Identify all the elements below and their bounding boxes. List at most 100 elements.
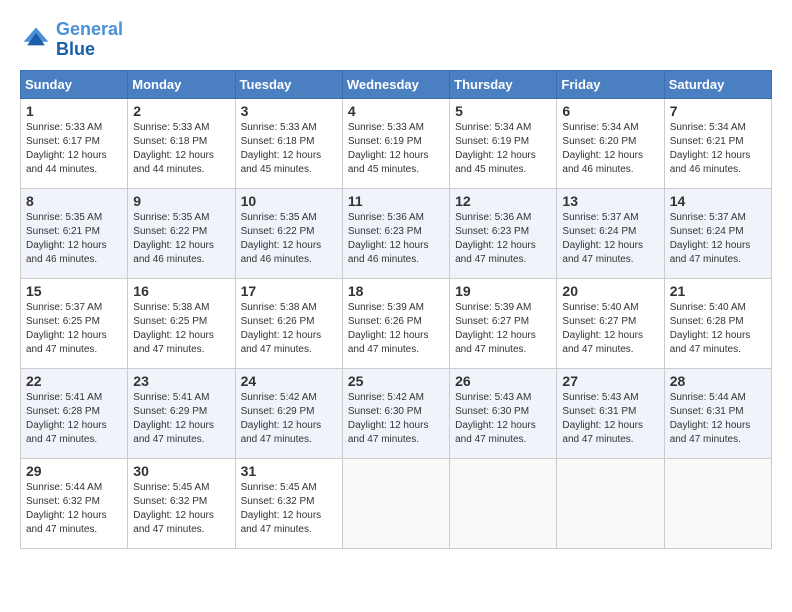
day-info: Sunrise: 5:41 AMSunset: 6:29 PMDaylight:… bbox=[133, 391, 229, 447]
day-info: Sunrise: 5:40 AMSunset: 6:27 PMDaylight:… bbox=[562, 301, 658, 357]
day-cell-24: 24 Sunrise: 5:42 AMSunset: 6:29 PMDayligh… bbox=[235, 368, 342, 458]
day-number: 7 bbox=[670, 103, 766, 119]
page-header: General Blue bbox=[20, 20, 772, 60]
day-number: 12 bbox=[455, 193, 551, 209]
empty-cell bbox=[450, 458, 557, 548]
day-cell-5: 5Sunrise: 5:34 AMSunset: 6:19 PMDaylight… bbox=[450, 98, 557, 188]
calendar-row-0: 1 Sunrise: 5:33 AMSunset: 6:17 PMDaylight… bbox=[21, 98, 772, 188]
day-cell-26: 26 Sunrise: 5:43 AMSunset: 6:30 PMDayligh… bbox=[450, 368, 557, 458]
day-number: 13 bbox=[562, 193, 658, 209]
day-number: 11 bbox=[348, 193, 444, 209]
day-number: 30 bbox=[133, 463, 229, 479]
day-info: Sunrise: 5:34 AMSunset: 6:20 PMDaylight:… bbox=[562, 121, 658, 177]
day-info: Sunrise: 5:33 AMSunset: 6:17 PMDaylight:… bbox=[26, 121, 122, 177]
day-info: Sunrise: 5:33 AMSunset: 6:18 PMDaylight:… bbox=[241, 121, 337, 177]
day-number: 14 bbox=[670, 193, 766, 209]
day-number: 22 bbox=[26, 373, 122, 389]
day-number: 8 bbox=[26, 193, 122, 209]
day-info: Sunrise: 5:39 AMSunset: 6:26 PMDaylight:… bbox=[348, 301, 444, 357]
day-info: Sunrise: 5:37 AMSunset: 6:25 PMDaylight:… bbox=[26, 301, 122, 357]
day-cell-9: 9Sunrise: 5:35 AMSunset: 6:22 PMDaylight… bbox=[128, 188, 235, 278]
column-header-saturday: Saturday bbox=[664, 70, 771, 98]
day-number: 26 bbox=[455, 373, 551, 389]
calendar-row-3: 22 Sunrise: 5:41 AMSunset: 6:28 PMDayligh… bbox=[21, 368, 772, 458]
day-cell-16: 16 Sunrise: 5:38 AMSunset: 6:25 PMDayligh… bbox=[128, 278, 235, 368]
day-number: 6 bbox=[562, 103, 658, 119]
calendar-row-4: 29 Sunrise: 5:44 AMSunset: 6:32 PMDayligh… bbox=[21, 458, 772, 548]
column-header-wednesday: Wednesday bbox=[342, 70, 449, 98]
day-number: 18 bbox=[348, 283, 444, 299]
day-cell-21: 21 Sunrise: 5:40 AMSunset: 6:28 PMDayligh… bbox=[664, 278, 771, 368]
day-info: Sunrise: 5:43 AMSunset: 6:31 PMDaylight:… bbox=[562, 391, 658, 447]
day-number: 1 bbox=[26, 103, 122, 119]
day-info: Sunrise: 5:35 AMSunset: 6:22 PMDaylight:… bbox=[133, 211, 229, 267]
calendar-row-2: 15 Sunrise: 5:37 AMSunset: 6:25 PMDayligh… bbox=[21, 278, 772, 368]
day-info: Sunrise: 5:38 AMSunset: 6:25 PMDaylight:… bbox=[133, 301, 229, 357]
column-header-tuesday: Tuesday bbox=[235, 70, 342, 98]
day-cell-14: 14 Sunrise: 5:37 AMSunset: 6:24 PMDayligh… bbox=[664, 188, 771, 278]
day-number: 25 bbox=[348, 373, 444, 389]
day-cell-4: 4Sunrise: 5:33 AMSunset: 6:19 PMDaylight… bbox=[342, 98, 449, 188]
logo: General Blue bbox=[20, 20, 123, 60]
day-number: 15 bbox=[26, 283, 122, 299]
day-info: Sunrise: 5:40 AMSunset: 6:28 PMDaylight:… bbox=[670, 301, 766, 357]
day-cell-8: 8 Sunrise: 5:35 AMSunset: 6:21 PMDaylight… bbox=[21, 188, 128, 278]
day-number: 31 bbox=[241, 463, 337, 479]
day-info: Sunrise: 5:37 AMSunset: 6:24 PMDaylight:… bbox=[670, 211, 766, 267]
calendar-body: 1 Sunrise: 5:33 AMSunset: 6:17 PMDaylight… bbox=[21, 98, 772, 548]
day-cell-28: 28 Sunrise: 5:44 AMSunset: 6:31 PMDayligh… bbox=[664, 368, 771, 458]
day-number: 27 bbox=[562, 373, 658, 389]
day-cell-12: 12 Sunrise: 5:36 AMSunset: 6:23 PMDayligh… bbox=[450, 188, 557, 278]
day-cell-22: 22 Sunrise: 5:41 AMSunset: 6:28 PMDayligh… bbox=[21, 368, 128, 458]
day-number: 19 bbox=[455, 283, 551, 299]
day-info: Sunrise: 5:45 AMSunset: 6:32 PMDaylight:… bbox=[133, 481, 229, 537]
day-number: 3 bbox=[241, 103, 337, 119]
day-cell-11: 11 Sunrise: 5:36 AMSunset: 6:23 PMDayligh… bbox=[342, 188, 449, 278]
logo-text: General Blue bbox=[56, 20, 123, 60]
day-cell-15: 15 Sunrise: 5:37 AMSunset: 6:25 PMDayligh… bbox=[21, 278, 128, 368]
day-info: Sunrise: 5:35 AMSunset: 6:21 PMDaylight:… bbox=[26, 211, 122, 267]
day-info: Sunrise: 5:38 AMSunset: 6:26 PMDaylight:… bbox=[241, 301, 337, 357]
day-info: Sunrise: 5:44 AMSunset: 6:32 PMDaylight:… bbox=[26, 481, 122, 537]
day-number: 16 bbox=[133, 283, 229, 299]
column-header-thursday: Thursday bbox=[450, 70, 557, 98]
calendar-table: SundayMondayTuesdayWednesdayThursdayFrid… bbox=[20, 70, 772, 549]
column-header-friday: Friday bbox=[557, 70, 664, 98]
column-header-sunday: Sunday bbox=[21, 70, 128, 98]
day-info: Sunrise: 5:36 AMSunset: 6:23 PMDaylight:… bbox=[348, 211, 444, 267]
day-number: 24 bbox=[241, 373, 337, 389]
day-info: Sunrise: 5:45 AMSunset: 6:32 PMDaylight:… bbox=[241, 481, 337, 537]
day-number: 29 bbox=[26, 463, 122, 479]
day-cell-27: 27 Sunrise: 5:43 AMSunset: 6:31 PMDayligh… bbox=[557, 368, 664, 458]
day-cell-13: 13Sunrise: 5:37 AMSunset: 6:24 PMDayligh… bbox=[557, 188, 664, 278]
day-info: Sunrise: 5:42 AMSunset: 6:30 PMDaylight:… bbox=[348, 391, 444, 447]
day-cell-30: 30 Sunrise: 5:45 AMSunset: 6:32 PMDayligh… bbox=[128, 458, 235, 548]
day-info: Sunrise: 5:39 AMSunset: 6:27 PMDaylight:… bbox=[455, 301, 551, 357]
day-cell-25: 25 Sunrise: 5:42 AMSunset: 6:30 PMDayligh… bbox=[342, 368, 449, 458]
day-number: 23 bbox=[133, 373, 229, 389]
day-info: Sunrise: 5:36 AMSunset: 6:23 PMDaylight:… bbox=[455, 211, 551, 267]
logo-icon bbox=[20, 24, 52, 56]
day-number: 17 bbox=[241, 283, 337, 299]
day-info: Sunrise: 5:35 AMSunset: 6:22 PMDaylight:… bbox=[241, 211, 337, 267]
day-number: 2 bbox=[133, 103, 229, 119]
day-cell-23: 23 Sunrise: 5:41 AMSunset: 6:29 PMDayligh… bbox=[128, 368, 235, 458]
day-info: Sunrise: 5:42 AMSunset: 6:29 PMDaylight:… bbox=[241, 391, 337, 447]
day-cell-2: 2 Sunrise: 5:33 AMSunset: 6:18 PMDaylight… bbox=[128, 98, 235, 188]
day-number: 20 bbox=[562, 283, 658, 299]
day-cell-7: 7Sunrise: 5:34 AMSunset: 6:21 PMDaylight… bbox=[664, 98, 771, 188]
day-cell-29: 29 Sunrise: 5:44 AMSunset: 6:32 PMDayligh… bbox=[21, 458, 128, 548]
day-info: Sunrise: 5:41 AMSunset: 6:28 PMDaylight:… bbox=[26, 391, 122, 447]
day-number: 21 bbox=[670, 283, 766, 299]
day-info: Sunrise: 5:43 AMSunset: 6:30 PMDaylight:… bbox=[455, 391, 551, 447]
day-info: Sunrise: 5:33 AMSunset: 6:19 PMDaylight:… bbox=[348, 121, 444, 177]
empty-cell bbox=[557, 458, 664, 548]
day-number: 10 bbox=[241, 193, 337, 209]
day-info: Sunrise: 5:33 AMSunset: 6:18 PMDaylight:… bbox=[133, 121, 229, 177]
day-info: Sunrise: 5:34 AMSunset: 6:19 PMDaylight:… bbox=[455, 121, 551, 177]
day-cell-18: 18 Sunrise: 5:39 AMSunset: 6:26 PMDayligh… bbox=[342, 278, 449, 368]
day-number: 28 bbox=[670, 373, 766, 389]
day-info: Sunrise: 5:44 AMSunset: 6:31 PMDaylight:… bbox=[670, 391, 766, 447]
day-cell-31: 31 Sunrise: 5:45 AMSunset: 6:32 PMDayligh… bbox=[235, 458, 342, 548]
day-cell-3: 3 Sunrise: 5:33 AMSunset: 6:18 PMDaylight… bbox=[235, 98, 342, 188]
